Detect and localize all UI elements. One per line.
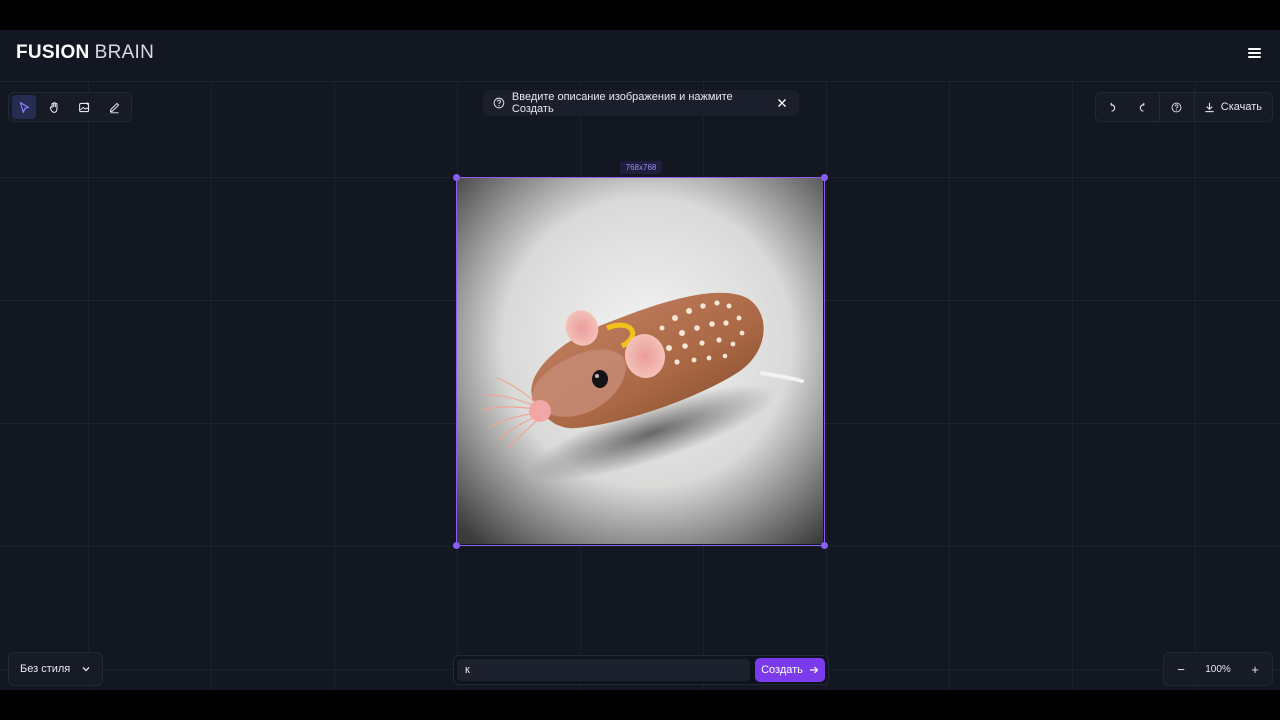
redo-button[interactable]	[1128, 95, 1156, 119]
zoom-value: 100%	[1205, 663, 1231, 675]
history-toolbar: Скачать	[1095, 92, 1273, 122]
cursor-icon	[19, 101, 29, 113]
canvas-dimensions-badge: 768x768	[620, 161, 662, 174]
tool-palette	[8, 92, 132, 122]
hand-tool-button[interactable]	[42, 95, 66, 119]
download-icon	[1205, 102, 1214, 112]
chevron-down-icon	[82, 667, 90, 672]
download-button[interactable]: Скачать	[1198, 95, 1268, 119]
help-button[interactable]	[1163, 95, 1191, 119]
question-circle-icon	[493, 97, 505, 109]
redo-icon	[1140, 102, 1145, 112]
image-tool-button[interactable]	[72, 95, 96, 119]
download-label: Скачать	[1220, 101, 1263, 113]
select-tool-button[interactable]	[12, 95, 36, 119]
logo[interactable]: FUSION BRAIN	[16, 42, 154, 64]
arrow-right-icon	[809, 666, 819, 674]
logo-bold: FUSION	[16, 42, 90, 63]
resize-handle-top-left[interactable]	[453, 174, 460, 181]
hand-icon	[49, 101, 57, 113]
create-label: Создать	[761, 664, 803, 676]
help-icon	[1171, 102, 1182, 112]
undo-button[interactable]	[1100, 95, 1128, 119]
style-select-value: Без стиля	[20, 663, 71, 675]
resize-handle-bottom-right[interactable]	[821, 542, 828, 549]
zoom-in-button[interactable]: +	[1248, 662, 1262, 677]
prompt-bar: Создать	[453, 655, 829, 685]
undo-icon	[1111, 102, 1116, 112]
image-icon	[78, 101, 89, 112]
generated-image-frame[interactable]	[456, 177, 825, 546]
hint-banner: Введите описание изображения и нажмите С…	[483, 90, 799, 116]
zoom-out-button[interactable]: −	[1174, 662, 1188, 677]
resize-handle-bottom-left[interactable]	[453, 542, 460, 549]
generated-image	[457, 178, 823, 544]
pencil-tool-button[interactable]	[102, 95, 126, 119]
toolbar-divider	[1193, 92, 1195, 122]
zoom-control: − 100% +	[1163, 652, 1273, 686]
hint-text: Введите описание изображения и нажмите С…	[511, 91, 733, 115]
menu-icon[interactable]	[1246, 46, 1264, 64]
logo-light: BRAIN	[94, 42, 155, 63]
prompt-input[interactable]	[457, 659, 750, 681]
hint-close-button[interactable]	[775, 96, 789, 110]
create-button[interactable]: Создать	[755, 658, 825, 682]
close-icon	[778, 99, 787, 107]
toolbar-divider	[1158, 92, 1160, 122]
top-bar: FUSION BRAIN	[0, 30, 1280, 82]
pencil-icon	[109, 102, 119, 113]
resize-handle-top-right[interactable]	[821, 174, 828, 181]
app-window: FUSION BRAIN Введите описание изображения…	[0, 30, 1280, 690]
style-select[interactable]: Без стиля	[8, 652, 103, 686]
